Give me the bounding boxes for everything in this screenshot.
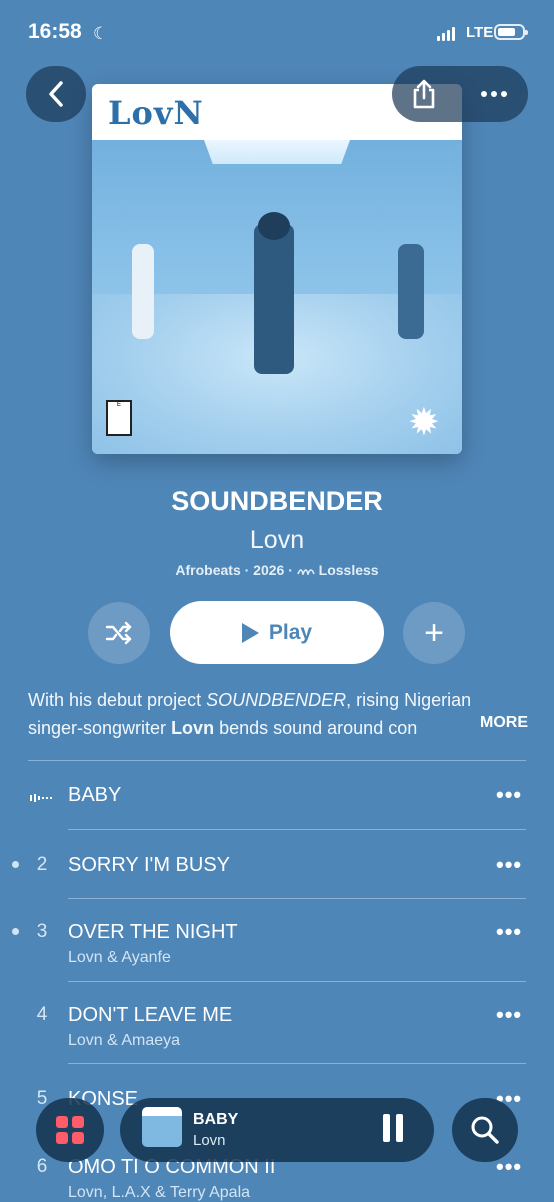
chevron-left-icon [49, 81, 63, 107]
track-artist: Lovn, L.A.X & Terry Apala [68, 1184, 251, 1201]
desc-text: bends sound around con [214, 718, 418, 738]
track-row[interactable]: 4 DON'T LEAVE ME Lovn & Amaeya ••• [0, 982, 554, 1062]
artwork-figure-left [132, 244, 154, 339]
track-dot-indicator [12, 928, 19, 935]
ellipsis-icon [481, 91, 507, 97]
track-dot-indicator [12, 861, 19, 868]
track-row[interactable]: BABY ••• [0, 762, 554, 828]
description-more-link[interactable]: MORE [476, 714, 528, 732]
track-title: OVER THE NIGHT [68, 921, 238, 943]
track-title: SORRY I'M BUSY [68, 854, 231, 876]
pause-button[interactable] [380, 1114, 406, 1144]
desc-text: , rising Nigerian [346, 690, 472, 710]
divider [28, 760, 526, 761]
mini-player-artist: Lovn [193, 1132, 226, 1149]
description-line-2: singer-songwriter Lovn bends sound aroun… [28, 714, 528, 742]
genre-year: Afrobeats · 2026 · [175, 562, 297, 578]
play-icon [241, 622, 259, 643]
network-label: LTE [466, 24, 494, 41]
artwork-figure-center [254, 224, 294, 374]
desc-text: singer-songwriter [28, 718, 172, 738]
share-icon [413, 79, 435, 109]
track-more-button[interactable]: ••• [496, 852, 522, 878]
track-number: 3 [36, 921, 48, 942]
rating-badge: E [106, 400, 132, 436]
share-button[interactable] [392, 66, 456, 122]
status-time: 16:58 [28, 20, 82, 43]
back-button[interactable] [26, 66, 86, 122]
shuffle-button[interactable] [88, 602, 150, 664]
artwork-ceiling-light [204, 140, 350, 164]
plus-icon: + [424, 613, 444, 652]
pause-icon [383, 1114, 390, 1142]
more-options-button[interactable] [462, 66, 526, 122]
track-title: BABY [68, 784, 122, 806]
search-button[interactable] [452, 1098, 518, 1162]
track-row[interactable]: 3 OVER THE NIGHT Lovn & Ayanfe ••• [0, 899, 554, 981]
track-artist: Lovn & Amaeya [68, 1032, 181, 1049]
library-grid-button[interactable] [36, 1098, 104, 1162]
shuffle-icon [105, 621, 132, 645]
album-artwork: LovN E ✹ [92, 84, 462, 454]
grid-icon [56, 1116, 84, 1144]
now-playing-icon [30, 794, 52, 802]
desc-album-name: SOUNDBENDER [206, 690, 347, 710]
battery-icon [494, 24, 528, 40]
artwork-figure-right [398, 244, 424, 339]
track-row[interactable]: 2 SORRY I'M BUSY ••• [0, 830, 554, 898]
desc-text: With his debut project [28, 690, 207, 710]
track-number: 6 [36, 1156, 48, 1177]
track-artist: Lovn & Ayanfe [68, 949, 171, 966]
track-more-button[interactable]: ••• [496, 782, 522, 808]
album-meta: Afrobeats · 2026 · Lossless [0, 562, 554, 578]
artwork-logo: LovN [108, 94, 204, 132]
burst-logo-icon: ✹ [408, 402, 440, 444]
signal-icon [437, 27, 455, 41]
add-to-library-button[interactable]: + [403, 602, 465, 664]
track-number: 4 [36, 1004, 48, 1025]
pause-icon-bar [396, 1114, 403, 1142]
artwork-figure-center-head [258, 212, 290, 240]
play-label: Play [268, 620, 313, 644]
album-title: SOUNDBENDER [171, 486, 383, 516]
lossless-label: Lossless [318, 562, 379, 578]
mini-player-title: BABY [193, 1111, 239, 1128]
lossless-icon [297, 569, 315, 577]
album-artist-link[interactable]: Lovn [0, 526, 554, 555]
moon-icon: ☾ [93, 24, 109, 43]
track-more-button[interactable]: ••• [496, 1002, 522, 1028]
track-title: DON'T LEAVE ME [68, 1004, 233, 1026]
mini-player-artwork [142, 1107, 182, 1147]
album-description[interactable]: With his debut project SOUNDBENDER, risi… [28, 686, 528, 742]
description-line-1: With his debut project SOUNDBENDER, risi… [28, 686, 528, 714]
search-icon [471, 1116, 499, 1144]
track-more-button[interactable]: ••• [496, 919, 522, 945]
play-button[interactable]: Play [170, 601, 384, 664]
desc-artist-name: Lovn [171, 718, 215, 738]
track-number: 2 [36, 854, 48, 875]
